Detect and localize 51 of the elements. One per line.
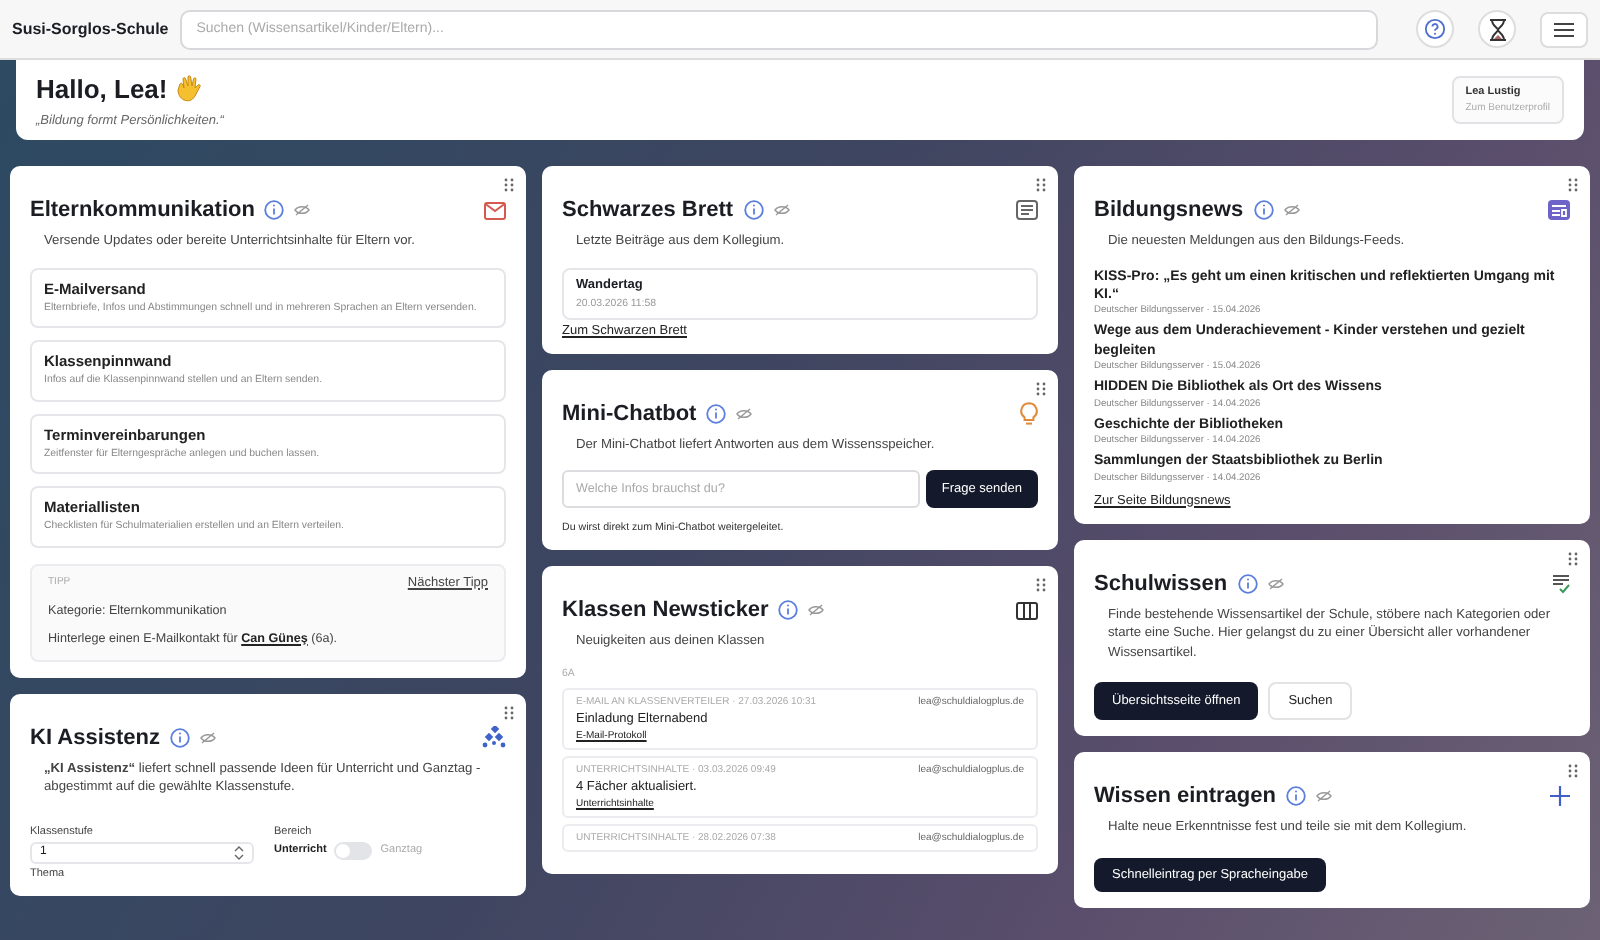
card-title: Schulwissen <box>1094 571 1228 596</box>
card-title: Mini-Chatbot <box>562 401 697 426</box>
envelope-icon <box>484 201 506 219</box>
menu-icon <box>1554 21 1574 37</box>
plus-icon[interactable] <box>1550 786 1570 807</box>
timer-button[interactable] <box>1478 10 1516 48</box>
card-title: Wissen eintragen <box>1094 784 1276 809</box>
card-title: Schwarzes Brett <box>562 198 734 222</box>
menu-button[interactable] <box>1540 11 1588 47</box>
drag-handle-icon[interactable] <box>1036 381 1046 396</box>
card-title: KI Assistenz <box>30 725 161 750</box>
eye-slash-icon[interactable] <box>1283 204 1300 216</box>
eye-slash-icon[interactable] <box>736 407 753 420</box>
newspaper-icon <box>1548 200 1570 220</box>
drag-handle-icon[interactable] <box>1036 578 1046 593</box>
info-icon[interactable] <box>778 600 799 621</box>
columns-icon <box>1016 601 1038 620</box>
eye-slash-icon[interactable] <box>200 731 217 744</box>
eye-slash-icon[interactable] <box>808 604 825 617</box>
info-icon[interactable] <box>1285 786 1306 807</box>
info-icon[interactable] <box>1253 200 1274 220</box>
newspaper-icon <box>1016 200 1038 220</box>
greeting-title: Hallo, Lea! <box>36 73 168 103</box>
area-toggle[interactable] <box>334 841 373 860</box>
card-title: Elternkommunikation <box>30 198 255 222</box>
info-icon[interactable] <box>706 403 727 424</box>
eye-slash-icon[interactable] <box>773 204 790 216</box>
drag-handle-icon[interactable] <box>504 178 514 192</box>
card-title: Bildungsnews <box>1094 198 1244 222</box>
lightbulb-icon <box>1020 401 1038 426</box>
card-title: Klassen Newsticker <box>562 598 769 623</box>
info-icon[interactable] <box>1237 573 1258 594</box>
checklist-icon <box>1552 573 1570 594</box>
sort-caret-icon <box>234 845 244 860</box>
drag-handle-icon[interactable] <box>1568 178 1578 192</box>
info-icon[interactable] <box>264 200 285 220</box>
info-icon[interactable] <box>743 200 764 220</box>
drag-handle-icon[interactable] <box>1568 764 1578 779</box>
eye-slash-icon[interactable] <box>1267 577 1284 590</box>
help-button[interactable] <box>1416 10 1454 48</box>
info-icon[interactable] <box>170 727 191 748</box>
eye-slash-icon[interactable] <box>1315 790 1332 803</box>
sparkle-dots-icon <box>482 726 506 749</box>
eye-slash-icon[interactable] <box>294 204 311 216</box>
drag-handle-icon[interactable] <box>504 705 514 720</box>
drag-handle-icon[interactable] <box>1568 551 1578 566</box>
brand-name: Susi-Sorglos-Schule <box>12 20 169 38</box>
help-icon <box>1424 18 1446 40</box>
hourglass-icon <box>1487 17 1507 41</box>
drag-handle-icon[interactable] <box>1036 178 1046 192</box>
waving-hand-icon <box>175 74 204 102</box>
